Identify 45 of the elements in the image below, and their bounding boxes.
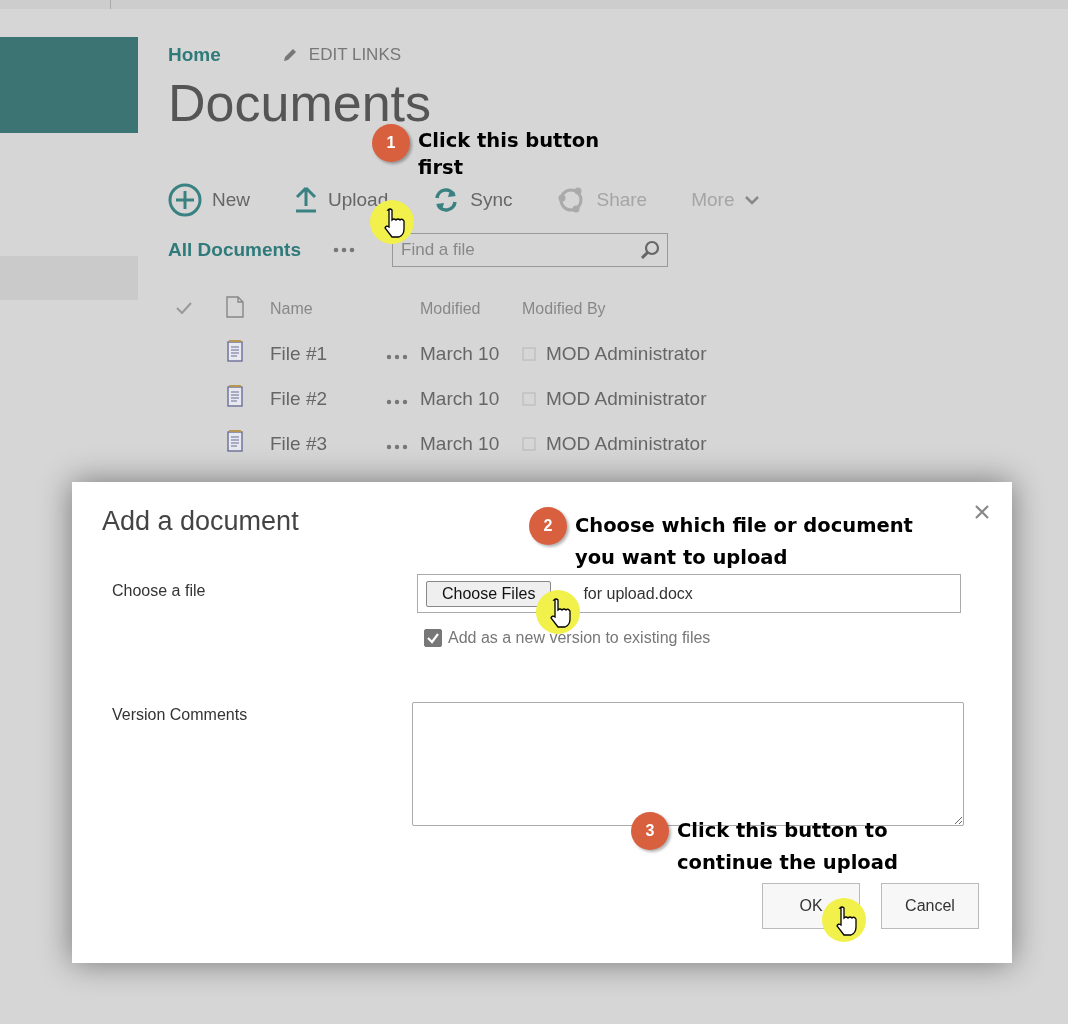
file-name[interactable]: File #1: [270, 342, 386, 365]
more-options-icon[interactable]: [386, 443, 408, 450]
upload-icon: [294, 186, 318, 214]
document-icon: [226, 296, 244, 318]
field-label: Choose a file: [111, 581, 207, 601]
step-badge: 1: [372, 124, 410, 162]
more-options-icon[interactable]: [386, 398, 408, 405]
table-cell: MOD Administrator: [546, 342, 707, 365]
home-link[interactable]: Home: [168, 44, 221, 66]
plus-circle-icon: [168, 183, 202, 217]
callout-text: Choose which file or document you want to upload: [575, 513, 913, 571]
notepad-icon: [226, 384, 244, 408]
chevron-down-icon: [744, 194, 761, 206]
table-cell: MOD Administrator: [546, 387, 707, 410]
toolbar-button[interactable]: Sync: [432, 186, 513, 214]
column-header[interactable]: Modified By: [522, 300, 606, 318]
checkmark-icon[interactable]: [176, 302, 192, 314]
toolbar-button[interactable]: New: [168, 183, 250, 217]
table-cell-text: March 10: [420, 432, 501, 455]
edit-links-link[interactable]: EDIT LINKS: [280, 45, 402, 65]
field-label: Version Comments: [111, 705, 249, 725]
checkbox[interactable]: [424, 629, 442, 647]
notepad-icon: [226, 339, 244, 363]
file-name[interactable]: File #3: [270, 432, 386, 455]
close-icon[interactable]: [974, 504, 990, 520]
table-cell-text: March 10: [420, 342, 501, 365]
column-header[interactable]: Name: [270, 300, 386, 318]
checkbox-label: Add as a new version to existing files: [448, 629, 711, 647]
file-name[interactable]: File #2: [270, 387, 386, 410]
highlighted-hand-cursor-icon: [820, 896, 868, 944]
search-icon: [640, 240, 661, 260]
view-selector[interactable]: All Documents: [168, 239, 302, 261]
column-header[interactable]: Modified: [420, 300, 522, 318]
more-options-icon[interactable]: [333, 247, 356, 253]
dialog-title: Add a document: [102, 506, 299, 537]
notepad-icon: [226, 429, 244, 453]
dialog-button[interactable]: Cancel: [881, 883, 979, 929]
search-field[interactable]: Find a file: [392, 233, 669, 267]
table-cell: MOD Administrator: [546, 432, 707, 455]
more-options-icon[interactable]: [386, 353, 408, 360]
choose-files-button[interactable]: Choose Files: [426, 580, 552, 607]
file-name: for upload.docx: [583, 584, 693, 603]
table-cell-text: March 10: [420, 387, 501, 410]
callout-text: Click this button to continue the upload: [677, 818, 898, 876]
presence-square-icon: [522, 436, 536, 451]
